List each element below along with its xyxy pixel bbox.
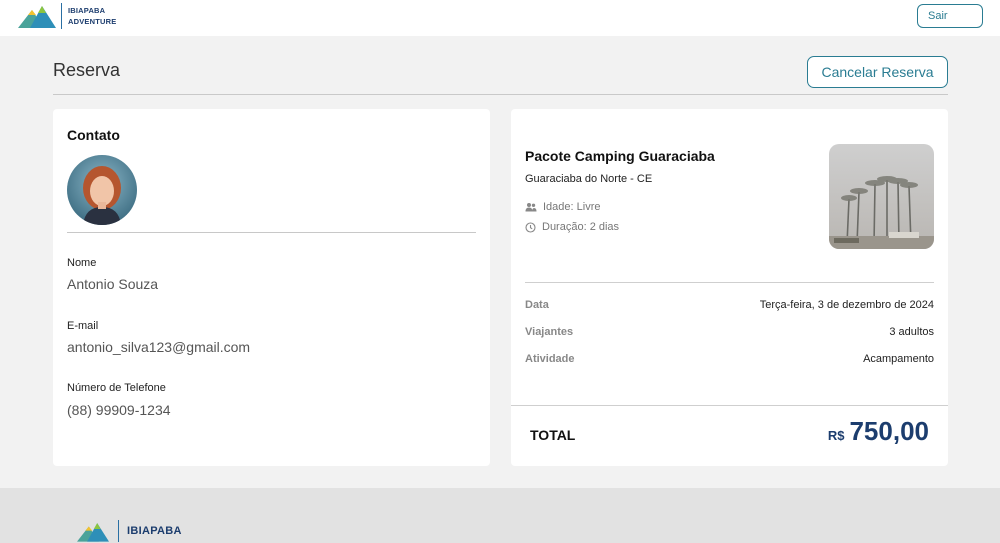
heading-divider [53,94,948,95]
total-amount: 750,00 [849,416,929,446]
package-duration-text: Duração: 2 dias [542,221,620,233]
name-value: Antonio Souza [67,276,159,292]
total-label: TOTAL [530,427,576,443]
footer-brand: IBIAPABA [127,525,182,537]
activity-label: Atividade [525,353,575,365]
total-price: R$ 750,00 [828,416,929,447]
mountain-logo-icon [77,523,109,542]
page-title: Reserva [53,60,121,80]
logout-button[interactable]: Sair [917,4,983,28]
package-title: Pacote Camping Guaraciaba [525,148,715,164]
logo-divider [61,3,62,29]
package-age-text: Idade: Livre [543,201,601,213]
brand-logo[interactable]: IBIAPABA ADVENTURE [18,3,116,29]
contact-divider [67,232,476,233]
logo-text: IBIAPABA ADVENTURE [68,5,116,27]
email-label: E-mail [67,320,99,332]
phone-value: (88) 99909-1234 [67,402,171,418]
name-label: Nome [67,257,97,269]
activity-value: Acampamento [863,353,934,365]
clock-icon [525,221,536,233]
contact-title: Contato [67,127,120,143]
package-card: Pacote Camping Guaraciaba Guaraciaba do … [511,109,948,466]
total-divider [511,405,948,406]
travelers-label: Viajantes [525,326,574,338]
footer-logo[interactable]: IBIAPABA [77,520,182,543]
logo-line-1: IBIAPABA [68,6,106,15]
contact-card: Contato Nome Antonio Souza E-mail antoni… [53,109,490,466]
phone-label: Número de Telefone [67,382,166,394]
cancel-reservation-button[interactable]: Cancelar Reserva [807,56,948,88]
package-photo [829,144,934,249]
footer-logo-divider [118,520,119,542]
mountain-logo-icon [18,6,56,28]
package-age: Idade: Livre [525,201,600,213]
package-duration: Duração: 2 dias [525,221,619,233]
people-icon [525,203,537,212]
avatar [67,155,137,225]
email-value: antonio_silva123@gmail.com [67,339,251,355]
travelers-value: 3 adultos [889,326,934,338]
logo-line-2: ADVENTURE [68,17,117,26]
package-location: Guaraciaba do Norte - CE [525,173,653,185]
date-label: Data [525,299,549,311]
total-currency: R$ [827,428,845,443]
date-value: Terça-feira, 3 de dezembro de 2024 [759,299,934,311]
footer: IBIAPABA [0,488,1000,543]
package-divider [525,282,934,283]
top-navbar: IBIAPABA ADVENTURE Sair [0,0,1000,36]
